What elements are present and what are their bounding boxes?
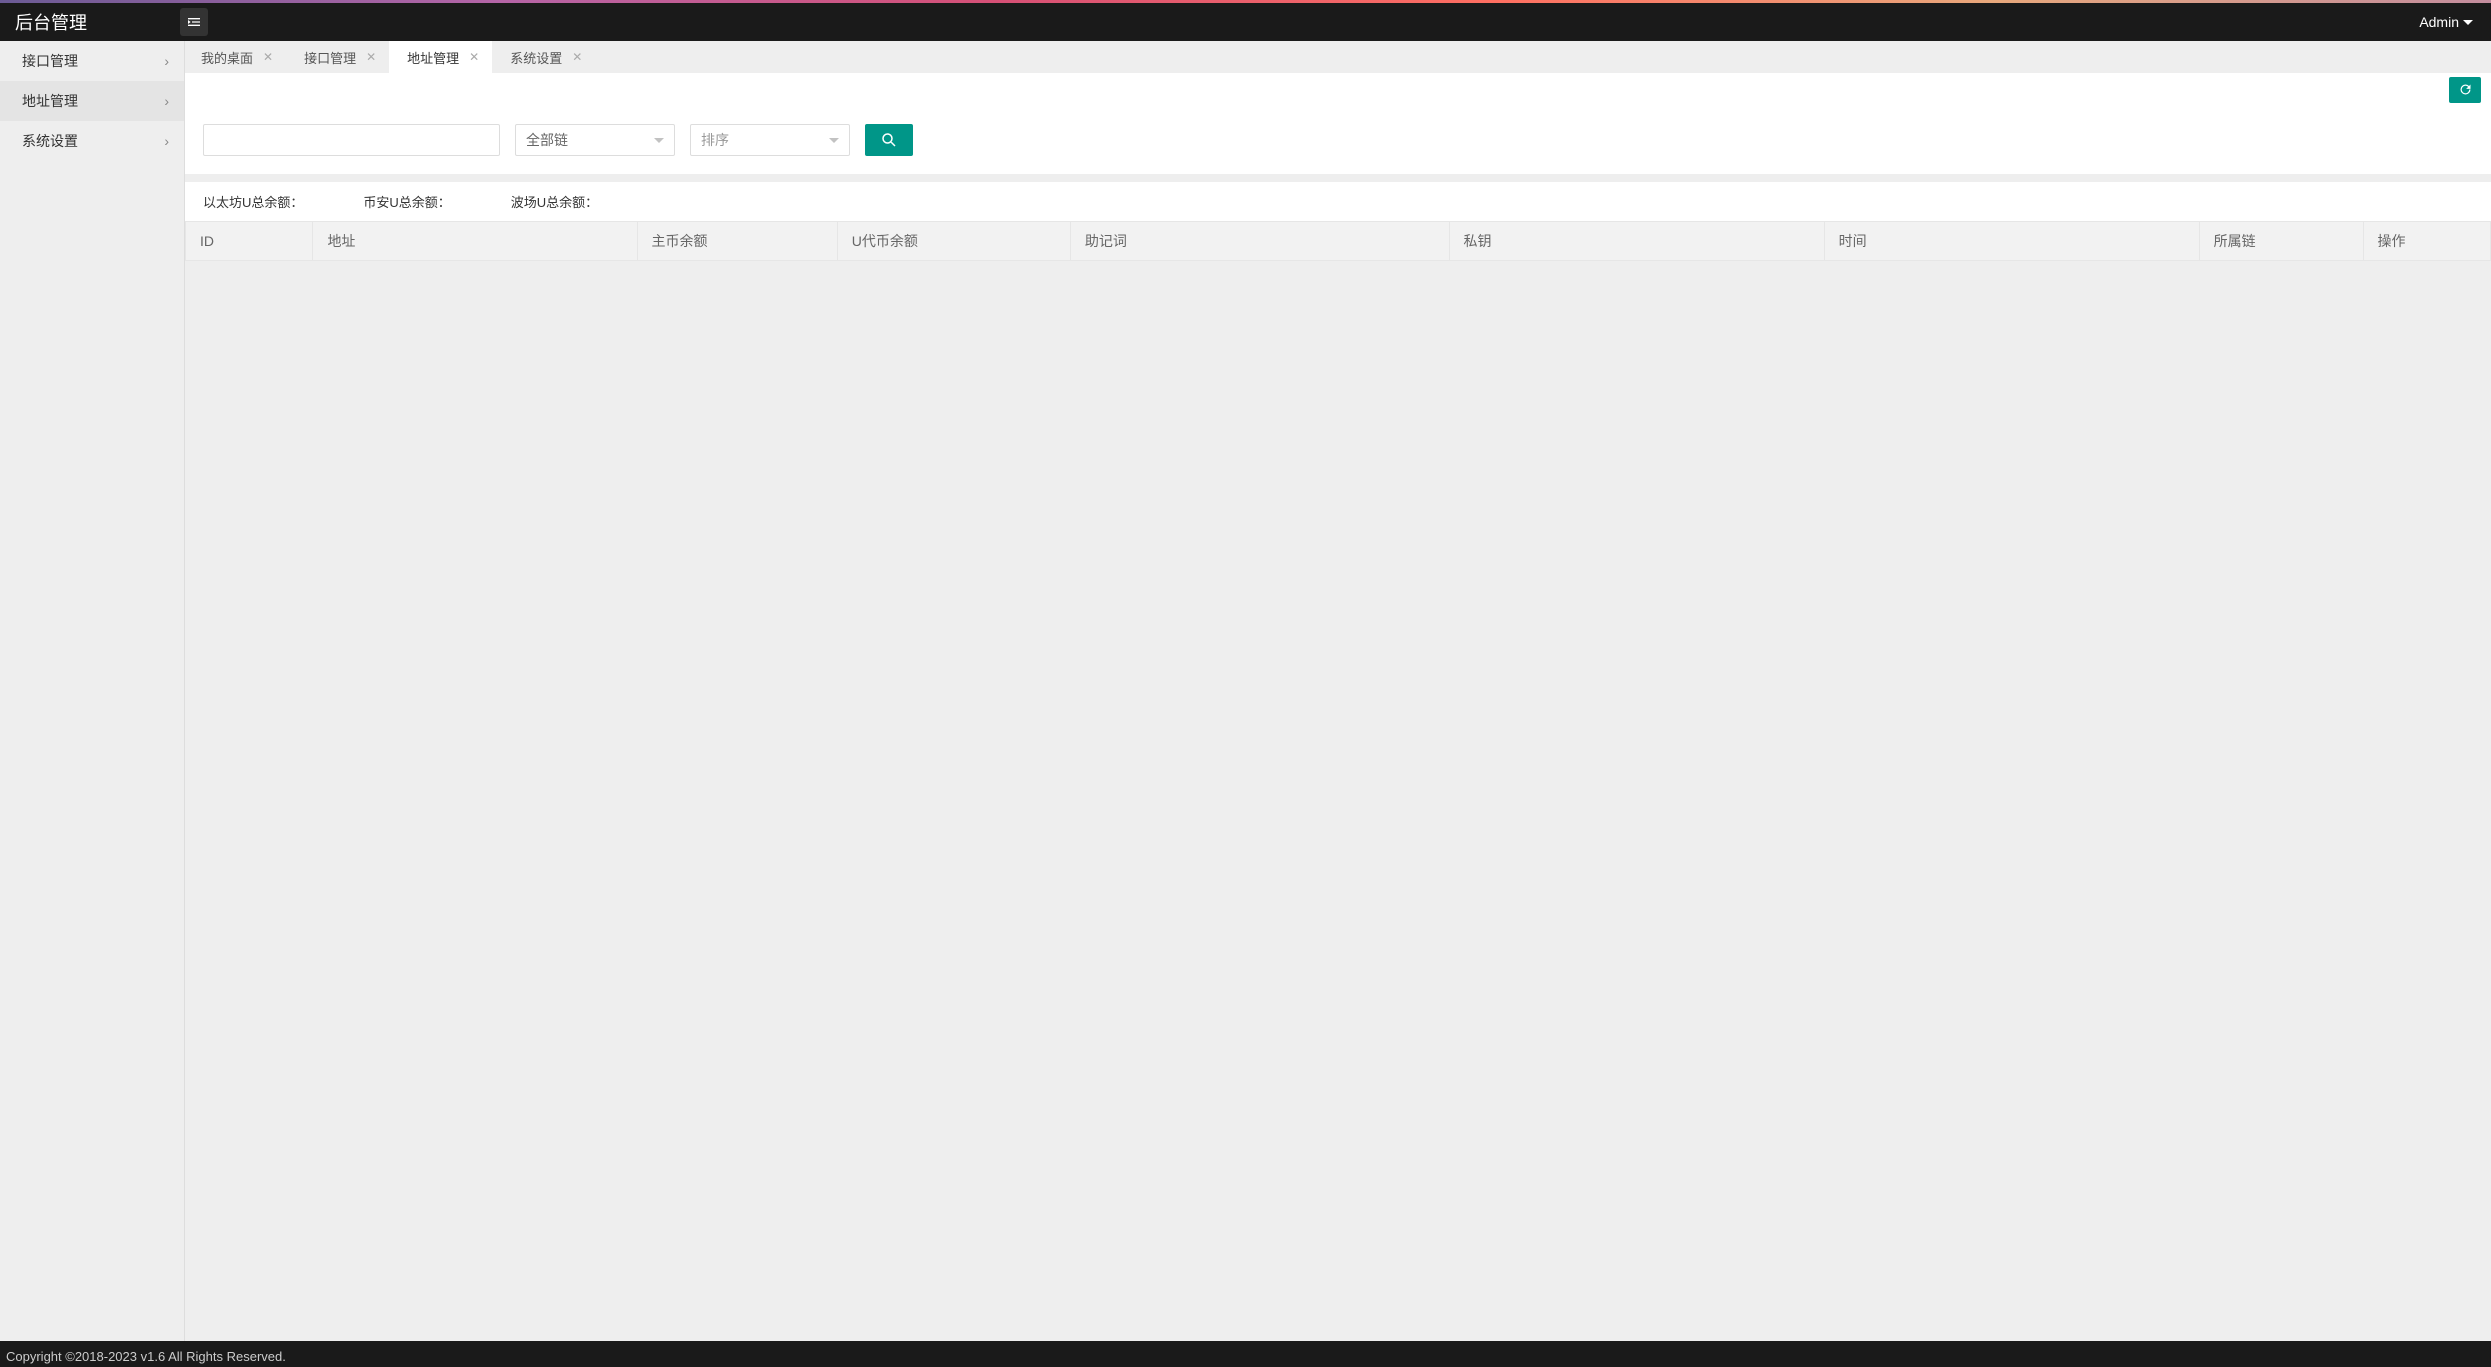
tab-address[interactable]: 地址管理 ✕ <box>389 41 492 73</box>
app-title: 后台管理 <box>15 9 180 35</box>
sidebar-item-address[interactable]: 地址管理 › <box>0 81 184 121</box>
tab-label: 地址管理 <box>407 48 459 67</box>
th-u-balance[interactable]: U代币余额 <box>837 222 1070 261</box>
th-id[interactable]: ID <box>186 222 313 261</box>
refresh-button[interactable] <box>2449 77 2481 103</box>
toolbar-row <box>185 73 2491 106</box>
menu-icon <box>186 14 202 30</box>
close-icon[interactable]: ✕ <box>469 50 479 64</box>
close-icon[interactable]: ✕ <box>263 50 273 64</box>
sidebar-toggle-button[interactable] <box>180 8 208 36</box>
sidebar-item-system[interactable]: 系统设置 › <box>0 121 184 161</box>
main-content: 我的桌面 ✕ 接口管理 ✕ 地址管理 ✕ 系统设置 ✕ <box>185 41 2491 1367</box>
chevron-right-icon: › <box>164 93 169 109</box>
tab-interface[interactable]: 接口管理 ✕ <box>286 41 389 73</box>
search-input[interactable] <box>203 124 500 156</box>
select-value: 排序 <box>701 130 729 150</box>
user-name: Admin <box>2419 14 2459 30</box>
sidebar-item-label: 地址管理 <box>22 91 78 111</box>
th-main-balance[interactable]: 主币余额 <box>637 222 837 261</box>
user-menu[interactable]: Admin <box>2411 14 2481 30</box>
search-button[interactable] <box>865 124 913 156</box>
data-table: ID 地址 主币余额 U代币余额 助记词 私钥 时间 所属链 操作 <box>185 221 2491 261</box>
chevron-right-icon: › <box>164 53 169 69</box>
close-icon[interactable]: ✕ <box>366 50 376 64</box>
header-bar: 后台管理 Admin <box>0 3 2491 41</box>
tabs-bar: 我的桌面 ✕ 接口管理 ✕ 地址管理 ✕ 系统设置 ✕ <box>185 41 2491 73</box>
sidebar-item-label: 接口管理 <box>22 51 78 71</box>
sidebar-item-interface[interactable]: 接口管理 › <box>0 41 184 81</box>
chain-select[interactable]: 全部链 <box>515 124 675 156</box>
th-chain[interactable]: 所属链 <box>2199 222 2363 261</box>
th-private-key[interactable]: 私钥 <box>1449 222 1824 261</box>
balance-summary: 以太坊U总余额： 币安U总余额： 波场U总余额： <box>199 182 2491 221</box>
th-address[interactable]: 地址 <box>313 222 637 261</box>
th-action[interactable]: 操作 <box>2363 222 2490 261</box>
th-time[interactable]: 时间 <box>1824 222 2199 261</box>
tab-label: 系统设置 <box>510 48 562 67</box>
refresh-icon <box>2458 82 2473 97</box>
search-icon <box>880 131 898 149</box>
caret-down-icon <box>829 138 839 143</box>
sort-select[interactable]: 排序 <box>690 124 850 156</box>
copyright-text: Copyright ©2018-2023 v1.6 All Rights Res… <box>6 1349 286 1364</box>
sidebar-item-label: 系统设置 <box>22 131 78 151</box>
table-header-row: ID 地址 主币余额 U代币余额 助记词 私钥 时间 所属链 操作 <box>186 222 2491 261</box>
caret-down-icon <box>2463 20 2473 25</box>
chevron-right-icon: › <box>164 133 169 149</box>
footer: Copyright ©2018-2023 v1.6 All Rights Res… <box>0 1341 2491 1367</box>
separator <box>185 174 2491 182</box>
data-table-container: ID 地址 主币余额 U代币余额 助记词 私钥 时间 所属链 操作 <box>185 221 2491 261</box>
caret-down-icon <box>654 138 664 143</box>
tab-label: 接口管理 <box>304 48 356 67</box>
eth-balance-label: 以太坊U总余额： <box>203 192 303 211</box>
select-value: 全部链 <box>526 130 568 150</box>
tab-system[interactable]: 系统设置 ✕ <box>492 41 595 73</box>
trx-balance-label: 波场U总余额： <box>511 192 598 211</box>
tab-desktop[interactable]: 我的桌面 ✕ <box>185 41 286 73</box>
th-mnemonic[interactable]: 助记词 <box>1070 222 1449 261</box>
sidebar: 接口管理 › 地址管理 › 系统设置 › <box>0 41 185 1367</box>
filter-row: 全部链 排序 <box>203 106 2473 174</box>
close-icon[interactable]: ✕ <box>572 50 582 64</box>
bsc-balance-label: 币安U总余额： <box>363 192 450 211</box>
tab-label: 我的桌面 <box>201 48 253 67</box>
